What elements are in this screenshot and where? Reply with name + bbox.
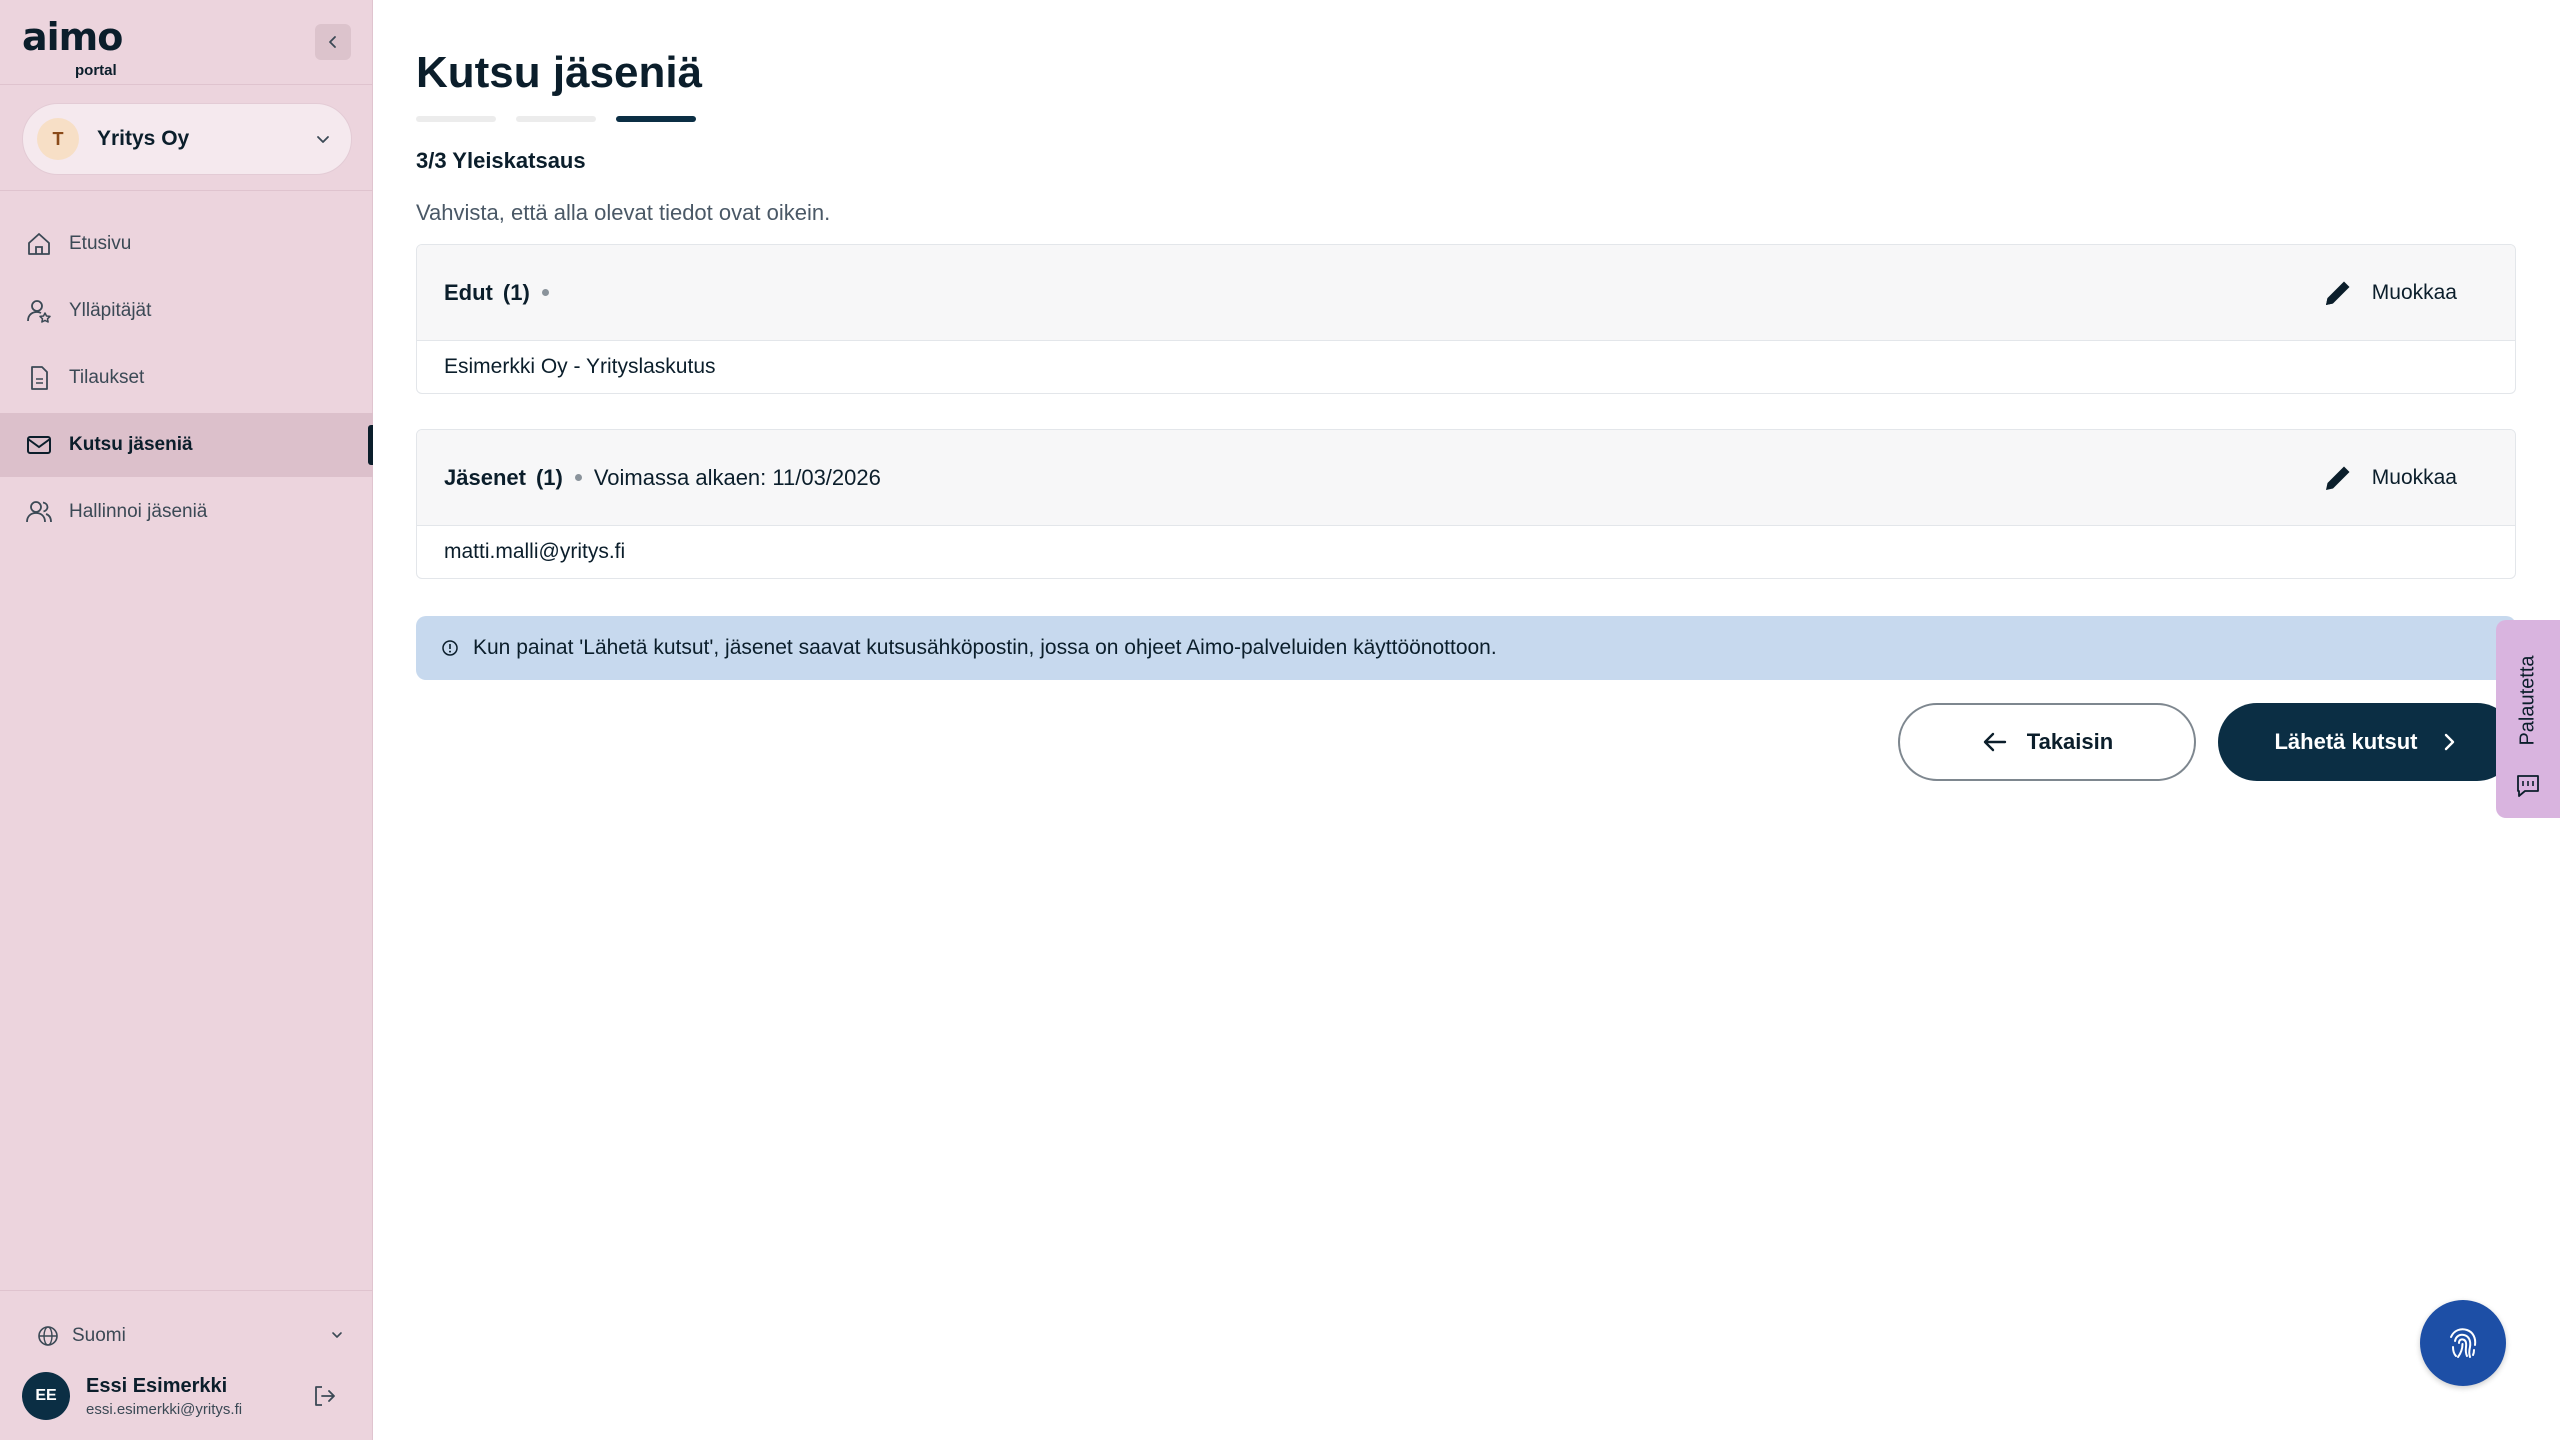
brand-logo[interactable]: aimo portal — [22, 15, 123, 79]
valid-from-text: Voimassa alkaen: 11/03/2026 — [593, 464, 881, 490]
send-label: Lähetä kutsut — [2274, 729, 2418, 754]
users-icon — [24, 497, 54, 527]
sidebar-item-etusivu[interactable]: Etusivu — [0, 212, 373, 276]
step-indicator — [416, 116, 696, 122]
pencil-icon — [2325, 466, 2350, 490]
home-icon — [24, 229, 54, 259]
chevron-left-icon — [329, 36, 336, 48]
chevron-down-icon — [332, 1332, 342, 1338]
card-count: (1) — [535, 464, 563, 490]
card-header: Edut (1) Muokkaa — [417, 245, 2515, 341]
user-email: essi.esimerkki@yritys.fi — [86, 1400, 243, 1418]
user-profile: EE Essi Esimerkki essi.esimerkki@yritys.… — [22, 1368, 352, 1424]
members-card: Jäsenet (1) Voimassa alkaen: 11/03/2026 … — [416, 429, 2516, 579]
info-text: Kun painat 'Lähetä kutsut', jäsenet saav… — [473, 636, 1497, 659]
sidebar-item-label: Kutsu jäseniä — [69, 434, 193, 455]
info-icon — [442, 640, 458, 656]
step-3-current — [616, 116, 696, 122]
separator-dot — [574, 474, 582, 481]
card-header: Jäsenet (1) Voimassa alkaen: 11/03/2026 … — [417, 430, 2515, 526]
user-name: Essi Esimerkki — [86, 1374, 228, 1397]
sidebar-divider — [0, 1290, 373, 1291]
chevron-right-icon — [2444, 733, 2454, 751]
back-label: Takaisin — [2026, 729, 2114, 754]
chat-icon — [2517, 775, 2539, 797]
sidebar-item-tilaukset[interactable]: Tilaukset — [0, 346, 373, 410]
fingerprint-button[interactable] — [2420, 1300, 2506, 1386]
admin-user-icon — [24, 296, 54, 326]
brand-name: aimo — [22, 15, 123, 59]
sidebar-divider — [0, 84, 373, 85]
fingerprint-icon — [2450, 1328, 2477, 1358]
language-selector[interactable]: Suomi — [36, 1318, 346, 1354]
sidebar-item-label: Hallinnoi jäseniä — [69, 501, 208, 522]
sidebar-item-hallinnoi-jasenia[interactable]: Hallinnoi jäseniä — [0, 480, 373, 544]
globe-icon — [38, 1326, 58, 1346]
page-title: Kutsu jäseniä — [416, 48, 703, 97]
sidebar-item-label: Ylläpitäjät — [69, 300, 152, 321]
feedback-tab[interactable]: Palautetta — [2496, 620, 2560, 818]
sidebar: aimo portal T Yritys Oy Etusivu Ylläpitä… — [0, 0, 373, 1440]
step-title: 3/3 Yleiskatsaus — [416, 148, 586, 173]
card-body: matti.malli@yritys.fi — [444, 540, 626, 563]
logout-icon[interactable] — [310, 1382, 338, 1410]
user-info: Essi Esimerkki essi.esimerkki@yritys.fi — [86, 1375, 242, 1418]
company-avatar: T — [37, 118, 79, 160]
edit-label: Muokkaa — [2371, 466, 2457, 489]
card-count: (1) — [502, 279, 530, 305]
send-invites-button[interactable]: Lähetä kutsut — [2218, 703, 2516, 781]
benefits-card: Edut (1) Muokkaa Esimerkki Oy - Yritysla… — [416, 244, 2516, 394]
edit-members-button[interactable]: Muokkaa — [2320, 460, 2457, 496]
document-icon — [24, 363, 54, 393]
brand-sub: portal — [75, 62, 117, 79]
sidebar-nav: Etusivu Ylläpitäjät Tilaukset Kutsu jäse… — [0, 212, 373, 547]
info-banner: Kun painat 'Lähetä kutsut', jäsenet saav… — [416, 616, 2516, 680]
language-label: Suomi — [72, 1325, 126, 1346]
separator-dot — [541, 289, 549, 296]
back-button[interactable]: Takaisin — [1898, 703, 2196, 781]
sidebar-item-yllapitajat[interactable]: Ylläpitäjät — [0, 279, 373, 343]
sidebar-item-label: Tilaukset — [69, 367, 145, 388]
edit-label: Muokkaa — [2371, 281, 2457, 304]
sidebar-item-label: Etusivu — [69, 233, 132, 254]
collapse-sidebar-button[interactable] — [315, 24, 351, 60]
feedback-label-wrap: Palautetta — [2500, 640, 2556, 760]
company-name: Yritys Oy — [97, 127, 190, 150]
sidebar-divider — [0, 190, 373, 191]
step-1 — [416, 116, 496, 122]
mail-icon — [24, 430, 54, 460]
step-2 — [516, 116, 596, 122]
card-title: Jäsenet — [444, 464, 526, 490]
company-selector[interactable]: T Yritys Oy — [22, 103, 352, 175]
page-subtitle: Vahvista, että alla olevat tiedot ovat o… — [416, 200, 831, 225]
card-body: Esimerkki Oy - Yrityslaskutus — [444, 355, 716, 378]
avatar[interactable]: EE — [22, 1372, 70, 1420]
chevron-down-icon — [317, 136, 329, 143]
feedback-label: Palautetta — [2516, 654, 2539, 746]
sidebar-item-kutsu-jasenia[interactable]: Kutsu jäseniä — [0, 413, 373, 477]
pencil-icon — [2325, 281, 2350, 305]
arrow-left-icon — [1983, 732, 2006, 752]
card-title: Edut — [444, 279, 493, 305]
edit-benefits-button[interactable]: Muokkaa — [2320, 275, 2457, 311]
